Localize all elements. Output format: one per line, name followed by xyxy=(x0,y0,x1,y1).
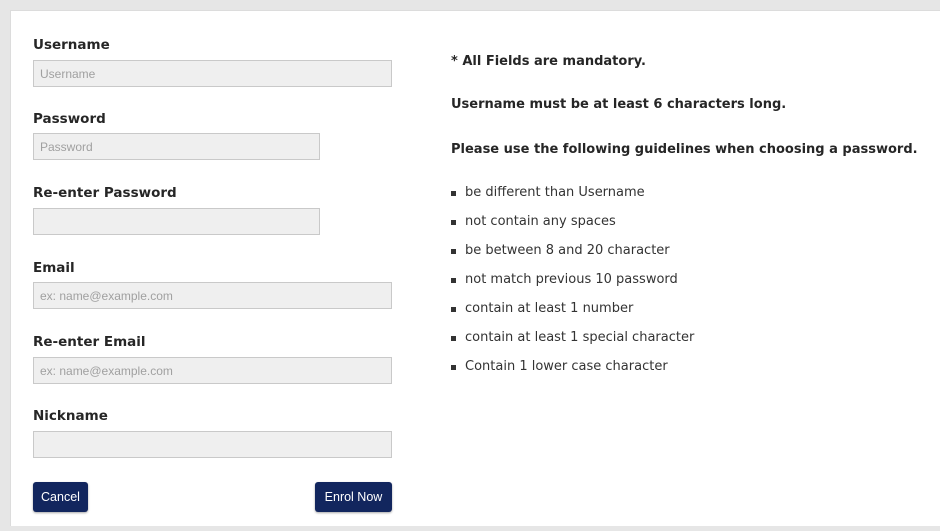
reenter-password-input[interactable] xyxy=(33,208,320,235)
reenter-email-label: Re-enter Email xyxy=(33,334,146,350)
reenter-email-input[interactable] xyxy=(33,357,392,384)
password-label: Password xyxy=(33,111,106,127)
list-item: not contain any spaces xyxy=(451,214,694,243)
list-item: be between 8 and 20 character xyxy=(451,243,694,272)
bullet-icon xyxy=(451,220,456,225)
registration-card: Username Password Re-enter Password Emai… xyxy=(10,10,940,526)
nickname-label: Nickname xyxy=(33,408,108,424)
email-input[interactable] xyxy=(33,282,392,309)
bullet-icon xyxy=(451,249,456,254)
email-label: Email xyxy=(33,260,75,276)
guidelines-intro: Please use the following guidelines when… xyxy=(451,142,918,157)
bullet-icon xyxy=(451,336,456,341)
list-item: not match previous 10 password xyxy=(451,272,694,301)
password-input[interactable] xyxy=(33,133,320,160)
username-input[interactable] xyxy=(33,60,392,87)
rule-text: not match previous 10 password xyxy=(465,272,678,287)
list-item: contain at least 1 number xyxy=(451,301,694,330)
rule-text: not contain any spaces xyxy=(465,214,616,229)
rule-text: contain at least 1 number xyxy=(465,301,634,316)
bullet-icon xyxy=(451,307,456,312)
enrol-now-button[interactable]: Enrol Now xyxy=(315,482,392,512)
cancel-button[interactable]: Cancel xyxy=(33,482,88,512)
username-requirement: Username must be at least 6 characters l… xyxy=(451,97,787,112)
reenter-password-label: Re-enter Password xyxy=(33,185,177,201)
list-item: be different than Username xyxy=(451,185,694,214)
rule-text: be between 8 and 20 character xyxy=(465,243,670,258)
rule-text: contain at least 1 special character xyxy=(465,330,695,345)
list-item: contain at least 1 special character xyxy=(451,330,694,359)
rule-text: Contain 1 lower case character xyxy=(465,359,668,374)
mandatory-note: * All Fields are mandatory. xyxy=(451,54,646,69)
list-item: Contain 1 lower case character xyxy=(451,359,694,388)
bullet-icon xyxy=(451,365,456,370)
nickname-input[interactable] xyxy=(33,431,392,458)
rule-text: be different than Username xyxy=(465,185,645,200)
bullet-icon xyxy=(451,278,456,283)
bullet-icon xyxy=(451,191,456,196)
username-label: Username xyxy=(33,37,110,53)
password-rules-list: be different than Username not contain a… xyxy=(451,185,694,388)
